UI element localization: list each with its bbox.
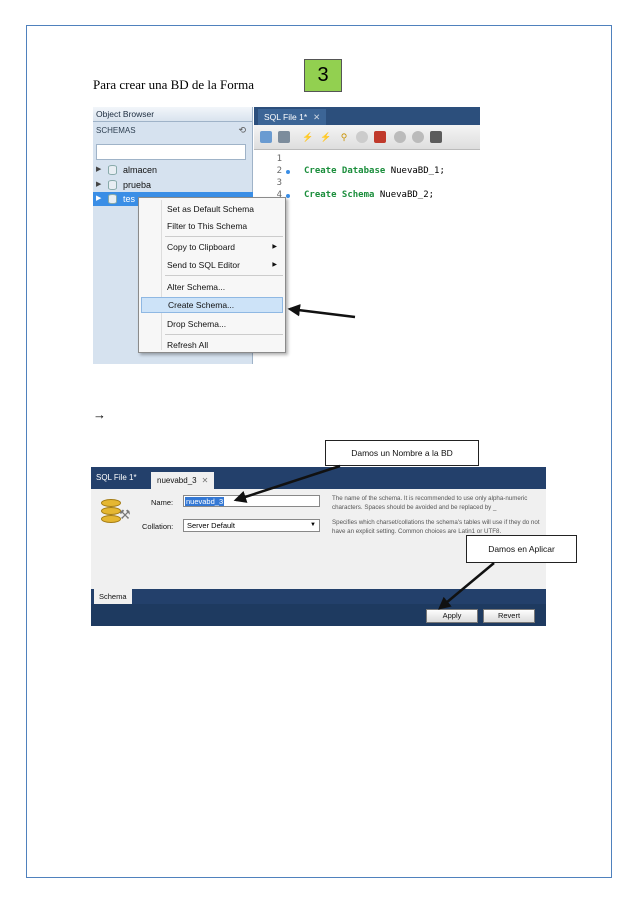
schemas-label: SCHEMAS <box>96 126 136 135</box>
chevron-down-icon: ▼ <box>310 522 316 528</box>
bottom-tabbar <box>91 589 546 604</box>
sql-keyword: Create Database <box>304 166 386 176</box>
execute-icon[interactable]: ⚡ <box>302 131 314 143</box>
code-text: Create Schema NuevaBD_2; <box>304 189 434 202</box>
save-icon[interactable] <box>278 131 290 143</box>
submenu-arrow-icon: ▶ <box>272 262 277 268</box>
sql-editor: SQL File 1* ✕ ⚡ ⚡ ⚲ 1 2 Create Database N… <box>254 107 480 364</box>
sql-rest: NuevaBD_2; <box>374 190 435 200</box>
statement-marker-icon <box>286 194 290 198</box>
database-icon <box>108 165 117 175</box>
execute-current-icon[interactable]: ⚡ <box>320 131 332 143</box>
tab-label: nuevabd_3 <box>157 476 197 485</box>
auto-commit-icon[interactable] <box>430 131 442 143</box>
cylinder-part <box>101 507 121 515</box>
toggle-icon[interactable] <box>374 131 386 143</box>
expand-arrow-icon[interactable]: ▶ <box>96 163 101 177</box>
wrench-icon: ⚒ <box>119 507 131 522</box>
explain-icon[interactable]: ⚲ <box>338 131 350 143</box>
schemas-header: SCHEMAS ⟲ <box>93 122 252 139</box>
menu-item-label: Send to SQL Editor <box>167 260 240 270</box>
collation-value: Server Default <box>187 521 235 530</box>
tree-item-label: prueba <box>123 180 152 190</box>
commit-icon[interactable] <box>394 131 406 143</box>
tab-schema[interactable]: Schema <box>94 589 132 604</box>
refresh-icon[interactable]: ⟲ <box>238 122 246 139</box>
collation-label: Collation: <box>142 522 174 531</box>
menu-item-label: Copy to Clipboard <box>167 242 236 252</box>
object-browser-title: Object Browser <box>93 107 252 122</box>
menu-item-refresh-all[interactable]: Refresh All <box>141 337 283 353</box>
callout-name-bd: Damos un Nombre a la BD <box>325 440 479 466</box>
schema-tabbar: SQL File 1* nuevabd_3 ✕ <box>91 467 546 489</box>
stop-icon[interactable] <box>356 131 368 143</box>
page-heading: Para crear una BD de la Forma <box>93 77 254 92</box>
open-folder-icon[interactable] <box>260 131 272 143</box>
cylinder-part <box>101 515 121 523</box>
sql-keyword: Create Schema <box>304 190 375 200</box>
submenu-arrow-icon: ▶ <box>272 244 277 250</box>
menu-separator <box>165 334 283 335</box>
tab-nuevabd[interactable]: nuevabd_3 ✕ <box>151 472 215 489</box>
expand-arrow-icon[interactable]: ▶ <box>96 192 101 206</box>
menu-separator <box>165 236 283 237</box>
rollback-icon[interactable] <box>412 131 424 143</box>
collation-select[interactable]: Server Default ▼ <box>183 519 320 532</box>
revert-button[interactable]: Revert <box>483 609 535 623</box>
collation-hint-text: Specifies which charset/collations the s… <box>332 519 540 535</box>
menu-item-copy-clipboard[interactable]: Copy to Clipboard ▶ <box>141 239 283 255</box>
menu-item-filter-schema[interactable]: Filter to This Schema <box>141 218 283 234</box>
menu-item-drop-schema[interactable]: Drop Schema... <box>141 316 283 332</box>
menu-separator <box>165 275 283 276</box>
sql-rest: NuevaBD_1; <box>385 166 445 176</box>
tree-item-label: tes <box>123 194 136 204</box>
name-hint-text: The name of the schema. It is recommende… <box>332 495 528 511</box>
screenshot-object-browser: Object Browser SCHEMAS ⟲ ▶ almacen ▶ pru… <box>93 107 480 364</box>
close-icon[interactable]: ✕ <box>313 112 320 122</box>
cylinder-part <box>101 499 121 507</box>
menu-item-alter-schema[interactable]: Alter Schema... <box>141 279 283 295</box>
schema-name-input[interactable]: nuevabd_3 <box>183 495 320 507</box>
editor-tabbar: SQL File 1* ✕ <box>254 107 480 125</box>
callout-apply: Damos en Aplicar <box>466 535 577 563</box>
database-icon <box>108 194 117 204</box>
tab-sql-file[interactable]: SQL File 1* <box>96 473 137 482</box>
editor-toolbar: ⚡ ⚡ ⚲ <box>254 125 480 150</box>
database-icon <box>108 180 117 190</box>
menu-item-create-schema[interactable]: Create Schema... <box>141 297 283 313</box>
tree-item-label: almacen <box>123 165 158 175</box>
code-line[interactable]: 4 Create Schema NuevaBD_2; <box>254 189 480 202</box>
expand-arrow-icon[interactable]: ▶ <box>96 178 101 192</box>
tree-item-prueba[interactable]: ▶ prueba <box>93 178 253 192</box>
menu-item-set-default-schema[interactable]: Set as Default Schema <box>141 201 283 217</box>
name-label: Name: <box>151 498 174 507</box>
schema-database-icon: ⚒ <box>101 499 131 525</box>
menu-item-send-sql-editor[interactable]: Send to SQL Editor ▶ <box>141 257 283 273</box>
schema-name-value: nuevabd_3 <box>185 497 225 506</box>
context-menu: Set as Default Schema Filter to This Sch… <box>138 197 286 353</box>
apply-button[interactable]: Apply <box>426 609 478 623</box>
tab-label: SQL File 1* <box>264 112 308 122</box>
statement-marker-icon <box>286 170 290 174</box>
close-icon[interactable]: ✕ <box>202 476 209 485</box>
step-number-box: 3 <box>304 59 342 92</box>
next-step-arrow: → <box>93 407 106 422</box>
tree-item-almacen[interactable]: ▶ almacen <box>93 163 253 177</box>
schema-filter-input[interactable] <box>96 144 246 160</box>
tab-sql-file[interactable]: SQL File 1* ✕ <box>258 109 327 125</box>
